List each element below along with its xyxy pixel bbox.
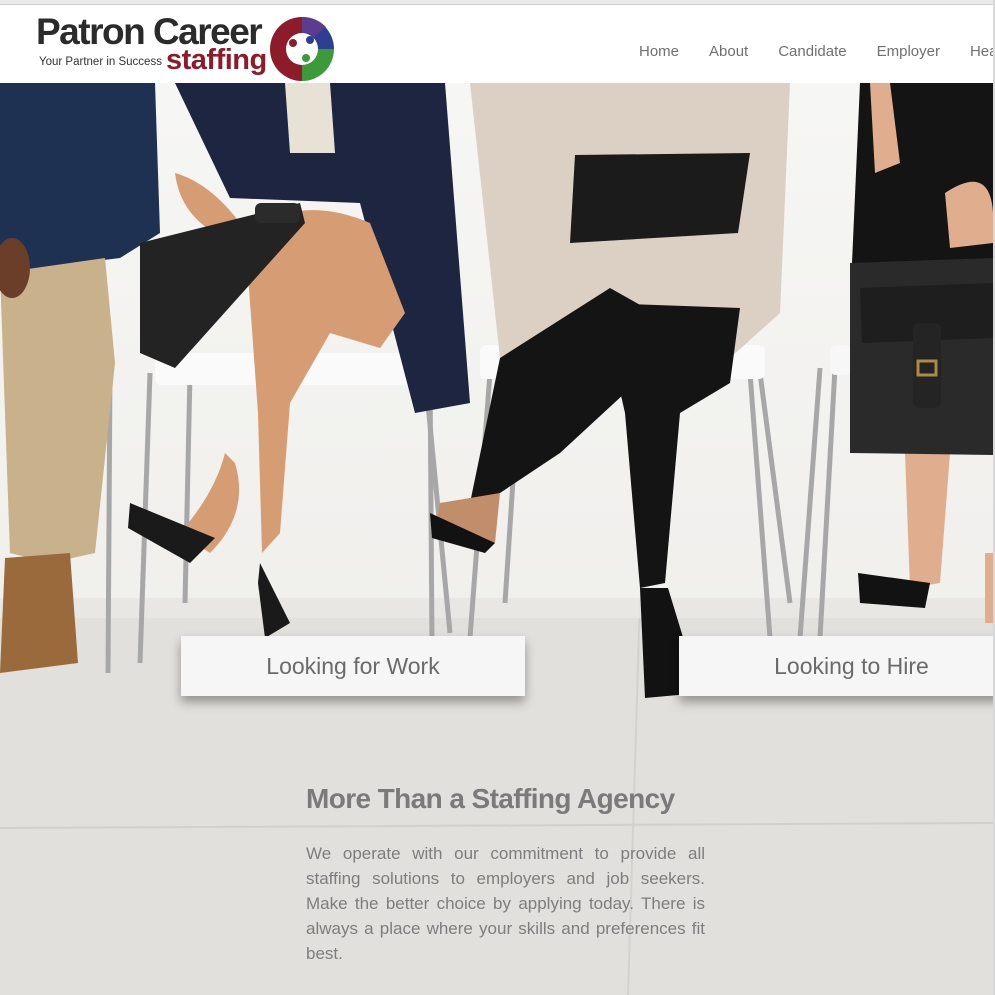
- site-logo[interactable]: Patron Career Your Partner in Success st…: [36, 11, 341, 83]
- nav-home-link[interactable]: Home: [639, 43, 679, 60]
- hero-section: Looking for Work Looking to Hire More Th…: [0, 83, 993, 995]
- about-paragraph: We operate with our commitment to provid…: [306, 844, 705, 963]
- nav-truncated-link[interactable]: Hea: [970, 43, 995, 60]
- main-nav: Home About Candidate Employer Hea: [624, 43, 995, 60]
- site-header: Patron Career Your Partner in Success st…: [0, 5, 995, 83]
- about-heading: More Than a Staffing Agency: [306, 783, 675, 814]
- looking-for-work-button[interactable]: Looking for Work: [181, 636, 525, 696]
- logo-tagline: Your Partner in Success: [39, 56, 162, 68]
- nav-candidate-link[interactable]: Candidate: [778, 43, 846, 60]
- logo-name-line2: staffing: [166, 44, 267, 76]
- nav-employer-link[interactable]: Employer: [877, 43, 940, 60]
- looking-to-hire-button[interactable]: Looking to Hire: [679, 636, 993, 696]
- logo-people-circle-icon: [270, 16, 334, 81]
- nav-about-link[interactable]: About: [709, 43, 748, 60]
